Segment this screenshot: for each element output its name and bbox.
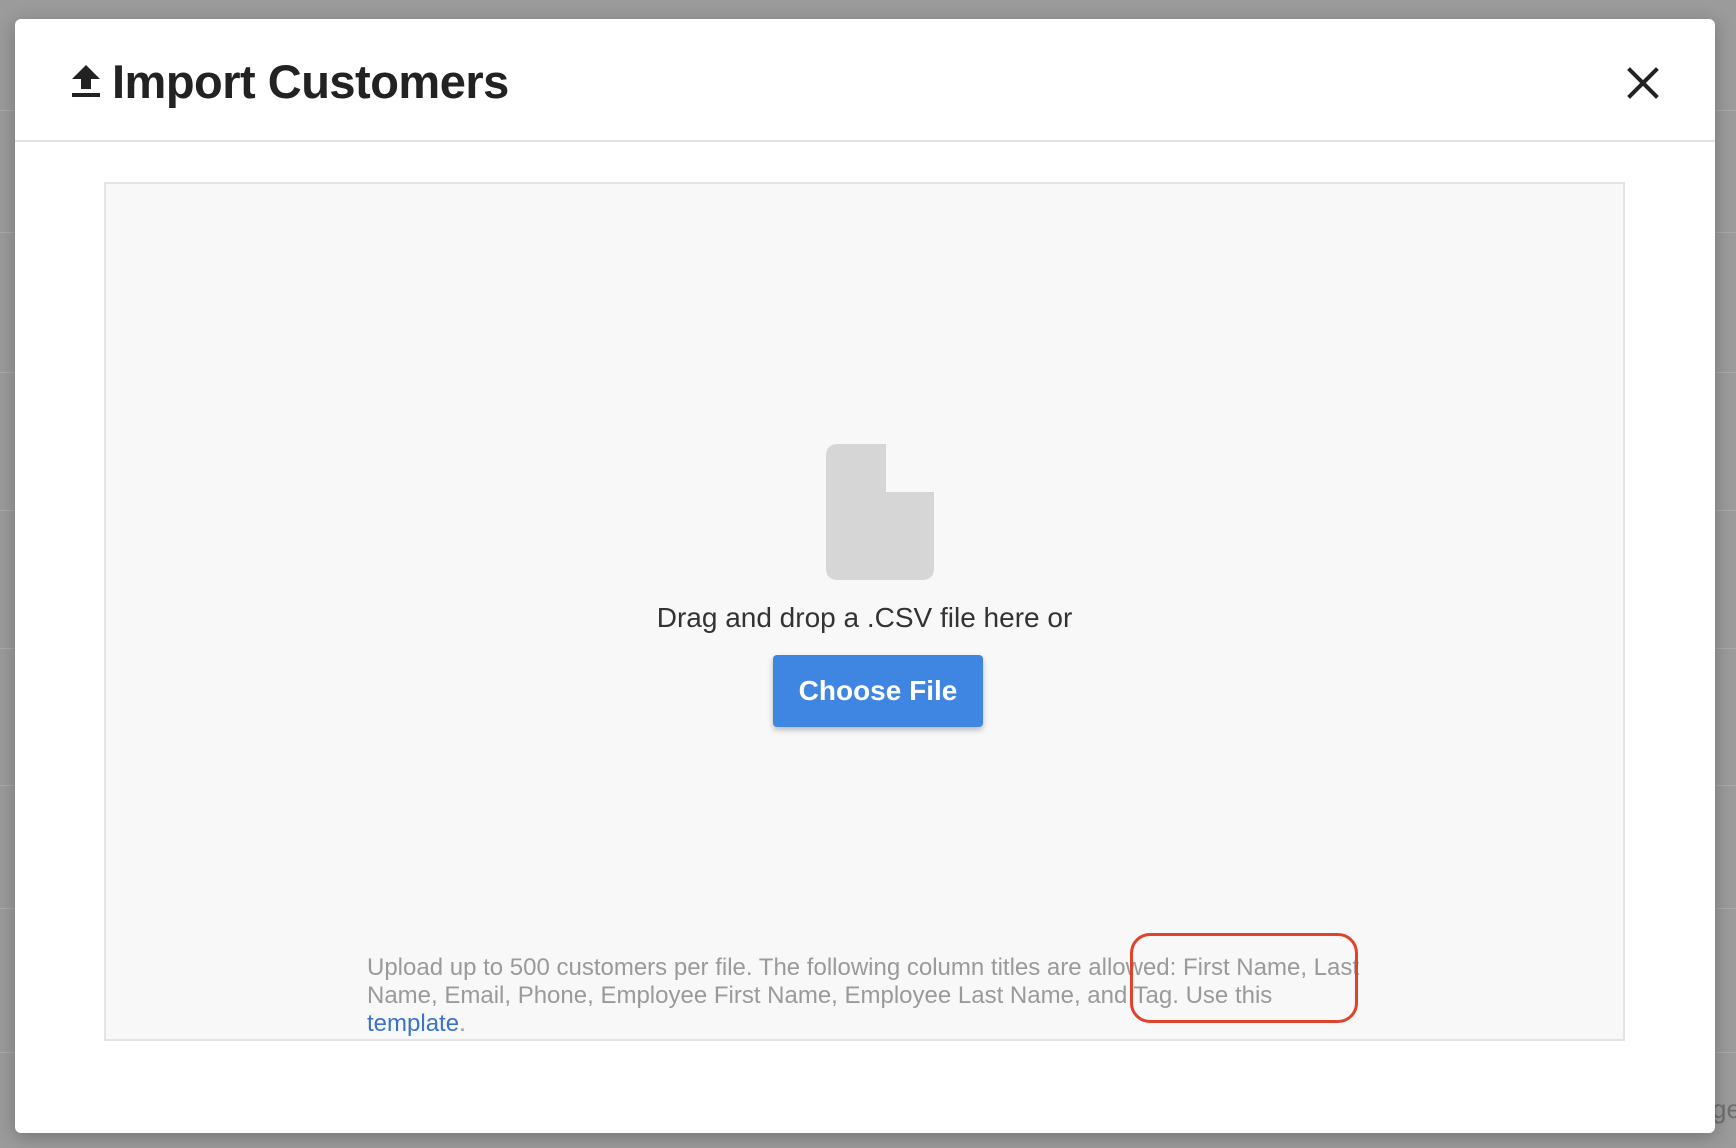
upload-arrow-icon (72, 65, 100, 97)
import-customers-modal: Import Customers Drag and drop a .CSV fi… (15, 19, 1715, 1133)
modal-header: Import Customers (15, 19, 1715, 142)
background-partial-text: ge (1712, 1094, 1736, 1124)
file-drop-zone[interactable]: Drag and drop a .CSV file here or Choose… (104, 182, 1625, 1041)
modal-title-group: Import Customers (70, 49, 509, 113)
upload-info-text: Upload up to 500 customers per file. The… (367, 954, 1367, 1038)
upload-info-text-end: . (459, 1010, 466, 1037)
drag-drop-instructions: Drag and drop a .CSV file here or (656, 602, 1073, 633)
upload-info-text-main: Upload up to 500 customers per file. The… (367, 954, 1360, 1009)
close-x-icon[interactable] (1619, 59, 1667, 107)
modal-title: Import Customers (112, 54, 509, 108)
choose-file-button[interactable]: Choose File (773, 655, 983, 727)
template-link[interactable]: template (367, 1010, 459, 1037)
file-document-icon (826, 444, 934, 580)
